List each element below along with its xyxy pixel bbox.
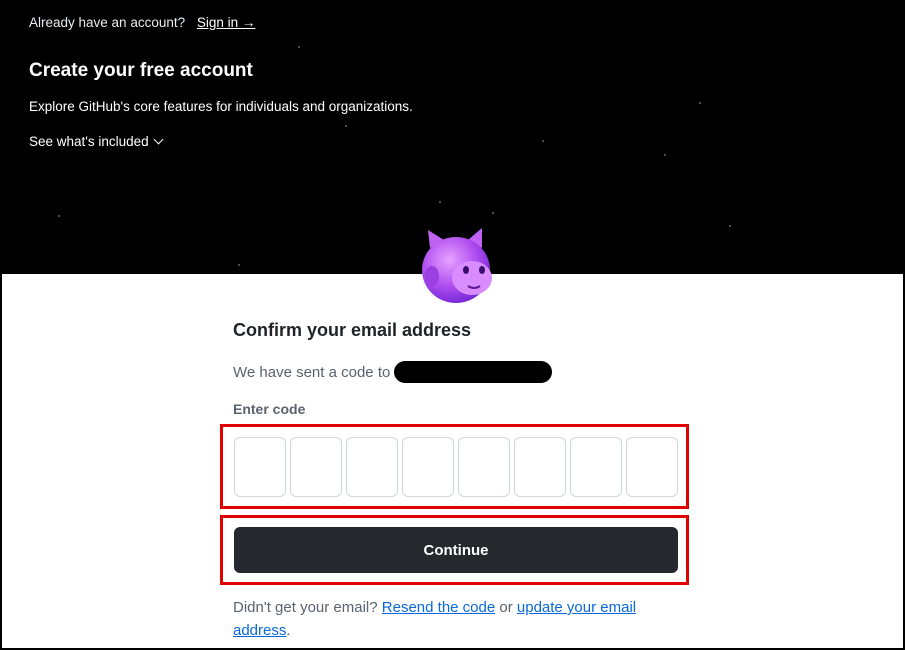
- footer-prefix: Didn't get your email?: [233, 599, 378, 616]
- star-dot: [345, 125, 347, 127]
- see-included-toggle[interactable]: See what's included: [29, 134, 164, 149]
- code-digit-input[interactable]: [290, 437, 342, 497]
- chevron-down-icon: [153, 134, 164, 145]
- code-digit-input[interactable]: [346, 437, 398, 497]
- signin-row: Already have an account? Sign in →: [29, 15, 255, 30]
- enter-code-label: Enter code: [233, 401, 306, 417]
- already-account-text: Already have an account?: [29, 15, 186, 30]
- confirm-email-form: Confirm your email address We have sent …: [220, 320, 689, 639]
- see-included-label: See what's included: [29, 134, 149, 149]
- star-dot: [492, 212, 494, 214]
- code-sent-message: We have sent a code to: [233, 361, 679, 383]
- redacted-email: [394, 361, 553, 383]
- code-digit-input[interactable]: [514, 437, 566, 497]
- star-dot: [58, 215, 60, 217]
- form-title: Confirm your email address: [233, 320, 472, 340]
- star-dot: [238, 264, 240, 266]
- code-digit-input[interactable]: [402, 437, 454, 497]
- resend-footer: Didn't get your email? Resend the code o…: [233, 596, 679, 642]
- page-subtitle: Explore GitHub's core features for indiv…: [29, 99, 413, 114]
- code-input-highlight: [220, 424, 689, 509]
- code-digit-input[interactable]: [570, 437, 622, 497]
- code-digit-input[interactable]: [234, 437, 286, 497]
- star-dot: [729, 225, 731, 227]
- star-dot: [298, 46, 300, 48]
- code-input-group: [234, 437, 678, 497]
- code-sent-text: We have sent a code to: [233, 363, 391, 381]
- continue-highlight: Continue: [220, 515, 689, 585]
- continue-button[interactable]: Continue: [234, 527, 678, 573]
- code-digit-input[interactable]: [626, 437, 678, 497]
- star-dot: [699, 102, 701, 104]
- star-dot: [439, 201, 441, 203]
- star-dot: [664, 154, 666, 156]
- or-text: or: [499, 599, 513, 616]
- resend-code-link[interactable]: Resend the code: [382, 599, 495, 616]
- footer-period: .: [286, 622, 291, 639]
- star-dot: [542, 140, 544, 142]
- mona-mascot-icon: [422, 228, 492, 303]
- page-title: Create your free account: [29, 60, 253, 81]
- sign-in-link[interactable]: Sign in →: [197, 15, 256, 30]
- code-digit-input[interactable]: [458, 437, 510, 497]
